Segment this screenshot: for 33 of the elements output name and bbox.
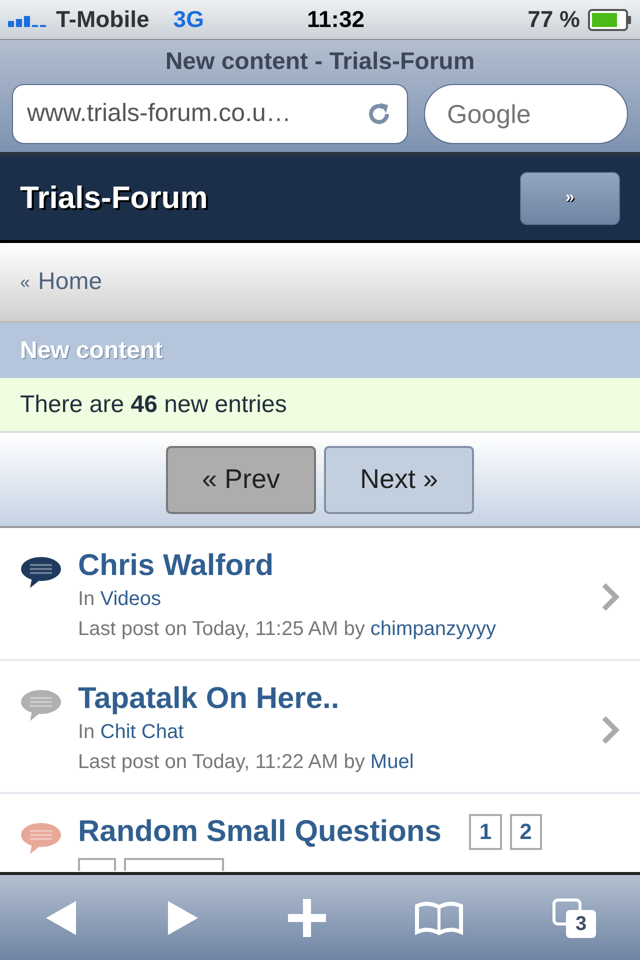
network-type: 3G [173, 5, 204, 34]
author-link[interactable]: Muel [370, 751, 414, 773]
chevron-right-icon [600, 582, 620, 612]
carrier-name: T-Mobile [56, 5, 150, 34]
forum-link[interactable]: Chit Chat [100, 721, 184, 743]
forward-icon [166, 900, 200, 936]
last-post-line: Last post on Today, 11:25 AM by chimpanzyyyy [78, 617, 498, 642]
page-link[interactable]: 1 [469, 814, 502, 850]
topic-title-link[interactable]: Chris Walford [78, 548, 274, 584]
topic-title-link[interactable]: Tapatalk On Here.. [78, 681, 340, 717]
search-field[interactable]: Google [424, 84, 628, 144]
book-icon [414, 900, 464, 936]
clock: 11:32 [306, 5, 366, 34]
tab-count-badge: 3 [566, 910, 596, 938]
page-link[interactable]: 2 [510, 814, 542, 850]
entries-count-text: There are 46 new entries [20, 390, 287, 420]
site-title: Trials-Forum [20, 178, 208, 217]
topic-title-link[interactable]: Random Small Questions [78, 814, 442, 850]
page-title: New content - Trials-Forum [164, 47, 476, 77]
battery-icon [588, 8, 632, 30]
next-button[interactable]: Next » [324, 446, 474, 514]
topic-forum-line: In Videos [78, 587, 162, 612]
battery-percent: 77 % [528, 5, 580, 34]
tabs-button[interactable]: 3 [552, 898, 596, 938]
topic-forum-line: In Chit Chat [78, 720, 185, 745]
author-link[interactable]: chimpanzyyyy [370, 618, 496, 640]
address-field[interactable]: www.trials-forum.co.u… [12, 84, 408, 144]
forum-link[interactable]: Videos [100, 588, 162, 610]
last-post-line: Last post on Today, 11:22 AM by Muel [78, 750, 415, 775]
back-icon [44, 900, 78, 936]
plus-icon [288, 898, 326, 936]
chevron-right-icon [600, 714, 620, 744]
section-title: New content [20, 336, 163, 366]
